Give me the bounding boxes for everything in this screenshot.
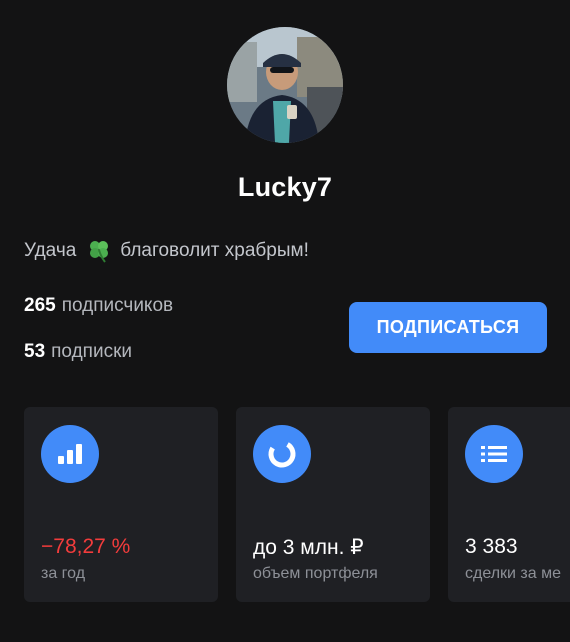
card-caption: объем портфеля [253, 565, 378, 582]
bio-text-end: благоволит храбрым! [120, 240, 309, 261]
bio-text-start: Удача [24, 240, 77, 261]
followers-label: подписчиков [61, 295, 174, 316]
bio: Удача благоволит храбрым! [24, 238, 309, 264]
four-leaf-clover-icon [86, 238, 112, 264]
list-icon [465, 425, 523, 483]
avatar[interactable] [227, 27, 343, 143]
trades-card[interactable]: 3 383 сделки за ме [448, 407, 570, 602]
subscribe-button[interactable]: ПОДПИСАТЬСЯ [349, 302, 547, 353]
card-caption: сделки за ме [465, 565, 561, 582]
card-caption: за год [41, 565, 86, 582]
following-stat[interactable]: 53 подписки [24, 341, 132, 363]
card-value: −78,27 % [41, 535, 131, 558]
following-count: 53 [24, 341, 46, 362]
portfolio-size-card[interactable]: до 3 млн. ₽ объем портфеля [236, 407, 430, 602]
donut-chart-icon [253, 425, 311, 483]
card-value: 3 383 [465, 535, 518, 558]
following-label: подписки [51, 341, 132, 362]
card-value: до 3 млн. ₽ [253, 536, 364, 559]
followers-count: 265 [24, 295, 56, 316]
avatar-photo [227, 27, 343, 143]
yearly-return-card[interactable]: −78,27 % за год [24, 407, 218, 602]
username: Lucky7 [237, 172, 333, 202]
followers-stat[interactable]: 265 подписчиков [24, 295, 173, 317]
bar-chart-icon [41, 425, 99, 483]
